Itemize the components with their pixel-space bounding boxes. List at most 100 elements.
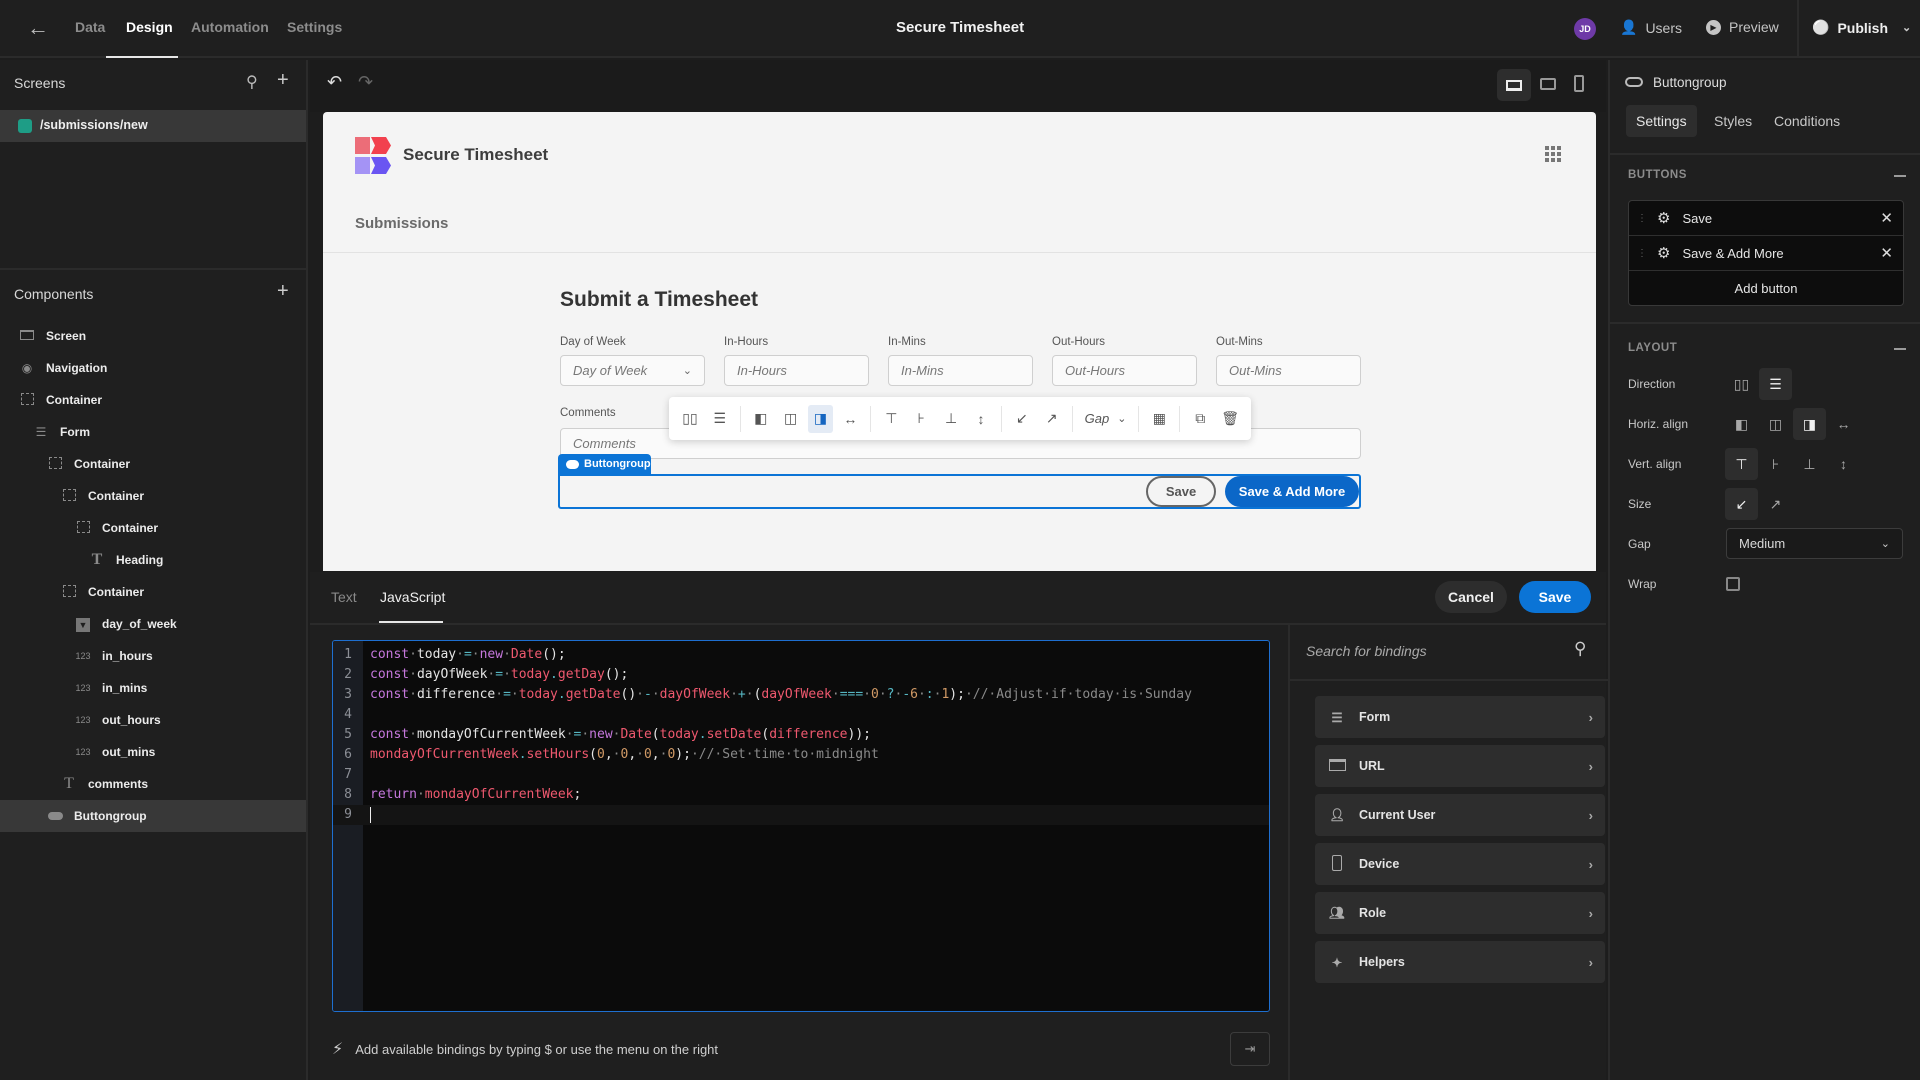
valign-stretch-icon[interactable]: ↕ [968, 405, 994, 433]
save-button[interactable]: Save [1519, 581, 1591, 613]
add-button[interactable]: Add button [1629, 271, 1903, 305]
day-of-week-select[interactable]: Day of Week ⌄ [560, 355, 705, 386]
tablet-view-icon[interactable] [1540, 78, 1556, 90]
component-item-in-hours[interactable]: 123 in_hours [0, 640, 306, 672]
valign-stretch-icon[interactable]: ↕ [1827, 448, 1860, 480]
shrink-icon[interactable]: ↙ [1725, 488, 1758, 520]
collapse-icon[interactable] [1894, 175, 1906, 177]
canvas-save-button[interactable]: Save [1146, 476, 1216, 507]
grow-icon[interactable]: ↗ [1039, 405, 1065, 433]
binding-category-current-user[interactable]: 👤︎ Current User › [1315, 794, 1605, 836]
button-list-item[interactable]: ⋮ ⚙ Save & Add More ✕ [1629, 236, 1903, 271]
component-item-out-mins[interactable]: 123 out_mins [0, 736, 306, 768]
nav-link-submissions[interactable]: Submissions [355, 215, 448, 232]
tab-javascript[interactable]: JavaScript [380, 589, 445, 605]
component-item-out-hours[interactable]: 123 out_hours [0, 704, 306, 736]
component-item-comments[interactable]: Tcomments [0, 768, 306, 800]
component-item-heading[interactable]: T Heading [0, 544, 306, 576]
tab-settings[interactable]: Settings [1626, 105, 1697, 137]
add-screen-icon[interactable]: + [277, 69, 289, 92]
align-left-icon[interactable]: ◧ [748, 405, 774, 433]
remove-icon[interactable]: ✕ [1880, 209, 1893, 227]
valign-middle-icon[interactable]: ⊦ [1759, 448, 1792, 480]
direction-vertical-icon[interactable]: ☰ [1759, 368, 1792, 400]
mobile-view-icon[interactable] [1574, 75, 1584, 92]
binding-category-device[interactable]: Device › [1315, 843, 1605, 885]
in-mins-input[interactable]: In-Mins [888, 355, 1033, 386]
component-item-in-mins[interactable]: 123 in_mins [0, 672, 306, 704]
component-item-form[interactable]: ☰ Form [0, 416, 306, 448]
valign-top-icon[interactable]: ⊤ [1725, 448, 1758, 480]
search-icon[interactable]: ⚲ [246, 72, 258, 92]
binding-category-form[interactable]: ☰ Form › [1315, 696, 1605, 738]
app-grid-icon[interactable] [1545, 146, 1561, 162]
valign-top-icon[interactable]: ⊤ [878, 405, 904, 433]
button-list-item[interactable]: ⋮ ⚙ Save ✕ [1629, 201, 1903, 236]
shrink-icon[interactable]: ↙ [1009, 405, 1035, 433]
component-item-container[interactable]: Container [0, 448, 306, 480]
cancel-button[interactable]: Cancel [1435, 581, 1507, 613]
drag-handle-icon[interactable]: ⋮ [1637, 213, 1647, 224]
publish-button[interactable]: ⚪ Publish ⌄ [1812, 19, 1911, 36]
binding-category-url[interactable]: URL › [1315, 745, 1605, 787]
out-hours-input[interactable]: Out-Hours [1052, 355, 1197, 386]
user-avatar[interactable]: JD [1574, 18, 1596, 40]
direction-columns-icon[interactable]: ▯▯ [677, 405, 703, 433]
component-item-container[interactable]: Container [0, 384, 306, 416]
redo-icon[interactable]: ↷ [358, 72, 373, 93]
screen-item[interactable]: /submissions/new [0, 110, 306, 142]
component-item-day-of-week[interactable]: ▼ day_of_week [0, 608, 306, 640]
valign-bottom-icon[interactable]: ⊥ [938, 405, 964, 433]
undo-icon[interactable]: ↶ [327, 72, 342, 93]
bindings-search[interactable]: Search for bindings ⚲ [1290, 625, 1608, 681]
valign-middle-icon[interactable]: ⊦ [908, 405, 934, 433]
binding-category-role[interactable]: 👥︎ Role › [1315, 892, 1605, 934]
tab-text[interactable]: Text [331, 589, 357, 605]
tab-settings[interactable]: Settings [287, 19, 342, 35]
align-left-icon[interactable]: ◧ [1725, 408, 1758, 440]
component-item-buttongroup[interactable]: Buttongroup [0, 800, 306, 832]
align-right-icon[interactable]: ◨ [1793, 408, 1826, 440]
wrap-icon[interactable]: ▦ [1146, 405, 1172, 433]
direction-rows-icon[interactable]: ☰ [707, 405, 733, 433]
tab-design[interactable]: Design [126, 19, 173, 35]
gap-select[interactable]: Medium ⌄ [1726, 528, 1903, 559]
tab-automation[interactable]: Automation [191, 19, 269, 35]
gear-icon[interactable]: ⚙ [1657, 244, 1670, 262]
collapse-icon[interactable] [1894, 348, 1906, 350]
delete-icon[interactable]: 🗑 [1217, 405, 1243, 433]
grow-icon[interactable]: ↗ [1759, 488, 1792, 520]
remove-icon[interactable]: ✕ [1880, 244, 1893, 262]
bindings-search-input[interactable]: Search for bindings [1306, 643, 1427, 659]
add-component-icon[interactable]: + [277, 280, 289, 303]
duplicate-icon[interactable]: ⧉ [1187, 405, 1213, 433]
in-hours-input[interactable]: In-Hours [724, 355, 869, 386]
valign-bottom-icon[interactable]: ⊥ [1793, 448, 1826, 480]
align-right-icon[interactable]: ◨ [807, 404, 834, 433]
align-stretch-icon[interactable]: ↔ [1827, 408, 1860, 440]
code-editor[interactable]: 1 const·today·=·new·Date(); 2 const·dayOfW… [332, 640, 1270, 1012]
gear-icon[interactable]: ⚙ [1657, 209, 1670, 227]
component-item-container[interactable]: Container [0, 480, 306, 512]
direction-horizontal-icon[interactable]: ▯▯ [1725, 368, 1758, 400]
component-item-container[interactable]: Container [0, 512, 306, 544]
tab-data[interactable]: Data [75, 19, 105, 35]
binding-category-helpers[interactable]: ✦ Helpers › [1315, 941, 1605, 983]
align-center-icon[interactable]: ◫ [778, 405, 804, 433]
tab-conditions[interactable]: Conditions [1764, 105, 1850, 137]
component-item-container[interactable]: Container [0, 576, 306, 608]
toggle-bindings-panel-button[interactable]: ⇥ [1230, 1032, 1270, 1066]
search-icon[interactable]: ⚲ [1574, 639, 1586, 659]
canvas-save-add-more-button[interactable]: Save & Add More [1225, 476, 1359, 507]
wrap-checkbox[interactable] [1726, 577, 1740, 591]
align-center-icon[interactable]: ◫ [1759, 408, 1792, 440]
out-mins-input[interactable]: Out-Mins [1216, 355, 1361, 386]
align-stretch-icon[interactable]: ↔ [837, 405, 863, 433]
drag-handle-icon[interactable]: ⋮ [1637, 248, 1647, 259]
users-button[interactable]: 👤 Users [1620, 19, 1682, 36]
back-arrow-icon[interactable]: ← [26, 16, 50, 40]
gap-dropdown[interactable]: Gap ⌄ [1080, 405, 1132, 433]
tab-styles[interactable]: Styles [1704, 105, 1762, 137]
preview-button[interactable]: ▶ Preview [1706, 19, 1779, 35]
component-item-screen[interactable]: Screen [0, 320, 306, 352]
